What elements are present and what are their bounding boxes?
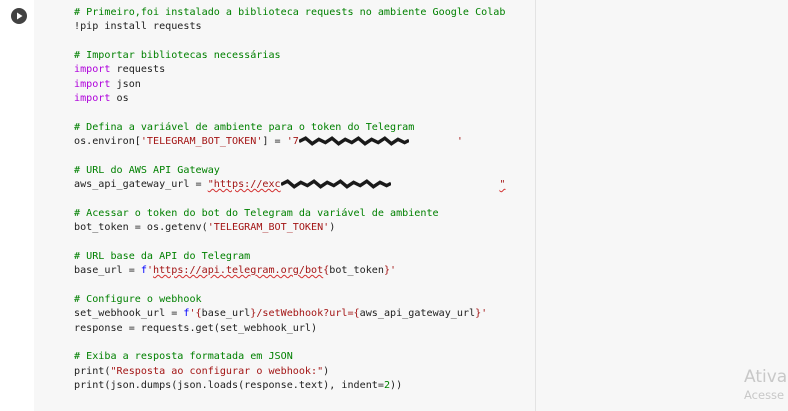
code-token: set_webhook_url =: [74, 308, 184, 320]
watermark-title: Ativar o Windows: [744, 367, 788, 387]
comment: # URL do AWS API Gateway: [74, 164, 220, 176]
comment: # Configure o webhook: [74, 293, 202, 305]
code-line: base_url = f'https://api.telegram.org/bo…: [74, 264, 506, 278]
code-token: aws_api_gateway_url =: [74, 179, 208, 191]
code-token: !pip install requests: [74, 21, 202, 33]
code-line: os.environ['TELEGRAM_BOT_TOKEN'] = '7 ': [74, 135, 506, 149]
code-cell[interactable]: # Primeiro,foi instalado a biblioteca re…: [0, 0, 788, 411]
string-literal: }': [475, 308, 488, 320]
redacted-text: [281, 178, 500, 192]
code-line: # Importar bibliotecas necessárias: [74, 49, 506, 63]
string-literal: ": [499, 179, 506, 191]
string-literal: }': [383, 265, 397, 277]
code-token: os.environ[: [74, 136, 141, 148]
code-line: # Acessar o token do bot do Telegram da …: [74, 207, 506, 221]
code-line: # Exiba a resposta formatada em JSON: [74, 350, 506, 364]
code-token: bot_token = os.getenv(: [74, 222, 208, 234]
run-cell-button[interactable]: [11, 8, 27, 24]
code-line: # URL do AWS API Gateway: [74, 164, 506, 178]
comment: # Defina a variável de ambiente para o t…: [74, 121, 415, 133]
code-line: # Defina a variável de ambiente para o t…: [74, 121, 506, 135]
code-token: response = requests.get(set_webhook_url): [74, 322, 318, 334]
code-token: ): [323, 365, 330, 377]
watermark-subtitle: Acesse Configurações para ativar o Windo…: [744, 388, 788, 402]
cell-gutter: [0, 0, 34, 411]
code-text[interactable]: # Primeiro,foi instalado a biblioteca re…: [74, 6, 506, 393]
redacted-text: [299, 135, 457, 149]
keyword: import: [74, 64, 111, 76]
line-length-ruler: [535, 0, 536, 411]
play-icon: [17, 12, 23, 20]
code-token: print(json.dumps(json.loads(response.tex…: [74, 379, 384, 391]
redaction-scribble: [281, 179, 391, 190]
string-literal: "Resposta ao configurar o webhook:": [110, 365, 324, 377]
code-token: base_url: [201, 308, 251, 320]
string-literal: ': [456, 136, 463, 148]
comment: # Exiba a resposta formatada em JSON: [74, 351, 293, 363]
comment: # Acessar o token do bot do Telegram da …: [74, 207, 439, 219]
string-literal: '7: [286, 136, 299, 148]
comment: # Importar bibliotecas necessárias: [74, 50, 281, 62]
keyword: import: [74, 93, 111, 105]
string-literal: "https://exc: [207, 179, 281, 191]
string-literal: https://api.telegram.org/bot: [153, 265, 324, 277]
code-line: bot_token = os.getenv('TELEGRAM_BOT_TOKE…: [74, 221, 506, 235]
code-token: ): [329, 222, 336, 234]
code-token: base_url =: [74, 265, 141, 277]
windows-activation-watermark: Ativar o Windows Acesse Configurações pa…: [744, 366, 788, 402]
string-literal: }/setWebhook?url={: [250, 308, 360, 320]
string-literal: 'TELEGRAM_BOT_TOKEN': [207, 222, 330, 234]
string-literal: 'TELEGRAM_BOT_TOKEN': [140, 136, 263, 148]
code-line: print(json.dumps(json.loads(response.tex…: [74, 379, 506, 393]
code-line: response = requests.get(set_webhook_url): [74, 322, 506, 336]
code-line: aws_api_gateway_url = "https://exc ": [74, 178, 506, 192]
code-token: requests: [110, 64, 166, 76]
code-line: # Primeiro,foi instalado a biblioteca re…: [74, 6, 506, 20]
code-line: set_webhook_url = f'{base_url}/setWebhoo…: [74, 307, 506, 321]
code-line: import json: [74, 78, 506, 92]
string-literal: '{: [189, 308, 202, 320]
code-line: !pip install requests: [74, 20, 506, 34]
code-token: json: [110, 78, 141, 90]
code-line: # Configure o webhook: [74, 293, 506, 307]
code-line: import requests: [74, 63, 506, 77]
redaction-scribble: [299, 136, 409, 147]
code-token: print(: [74, 365, 111, 377]
code-token: ] =: [262, 136, 287, 148]
comment: # Primeiro,foi instalado a biblioteca re…: [74, 7, 506, 18]
code-line: import os: [74, 92, 506, 106]
code-line: print("Resposta ao configurar o webhook:…: [74, 365, 506, 379]
keyword: import: [74, 78, 111, 90]
code-token: )): [390, 379, 403, 391]
comment: # URL base da API do Telegram: [74, 250, 251, 262]
code-token: bot_token: [329, 265, 384, 277]
code-token: os: [110, 93, 129, 105]
code-editor[interactable]: # Primeiro,foi instalado a biblioteca re…: [34, 0, 788, 411]
code-token: aws_api_gateway_url: [359, 308, 476, 320]
code-line: # URL base da API do Telegram: [74, 250, 506, 264]
